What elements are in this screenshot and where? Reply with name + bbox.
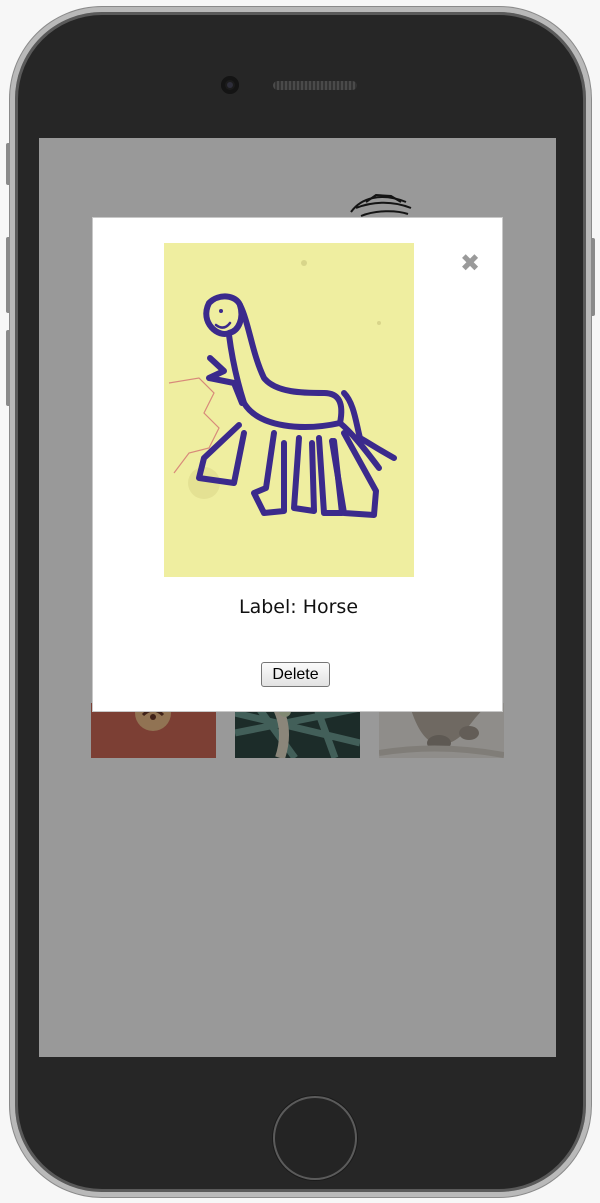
drawing-image <box>164 243 414 577</box>
front-camera <box>221 76 239 94</box>
home-button[interactable] <box>273 1096 357 1180</box>
image-label: Label: Horse <box>93 596 504 618</box>
label-prefix: Label: <box>238 596 297 618</box>
phone-screen: ✖ Label: Horse Delete <box>39 138 556 1057</box>
image-detail-modal: ✖ Label: Horse Delete <box>92 217 503 712</box>
earpiece-speaker <box>273 81 357 90</box>
label-value: Horse <box>302 596 359 618</box>
close-icon[interactable]: ✖ <box>459 251 481 275</box>
delete-button[interactable]: Delete <box>261 662 330 687</box>
